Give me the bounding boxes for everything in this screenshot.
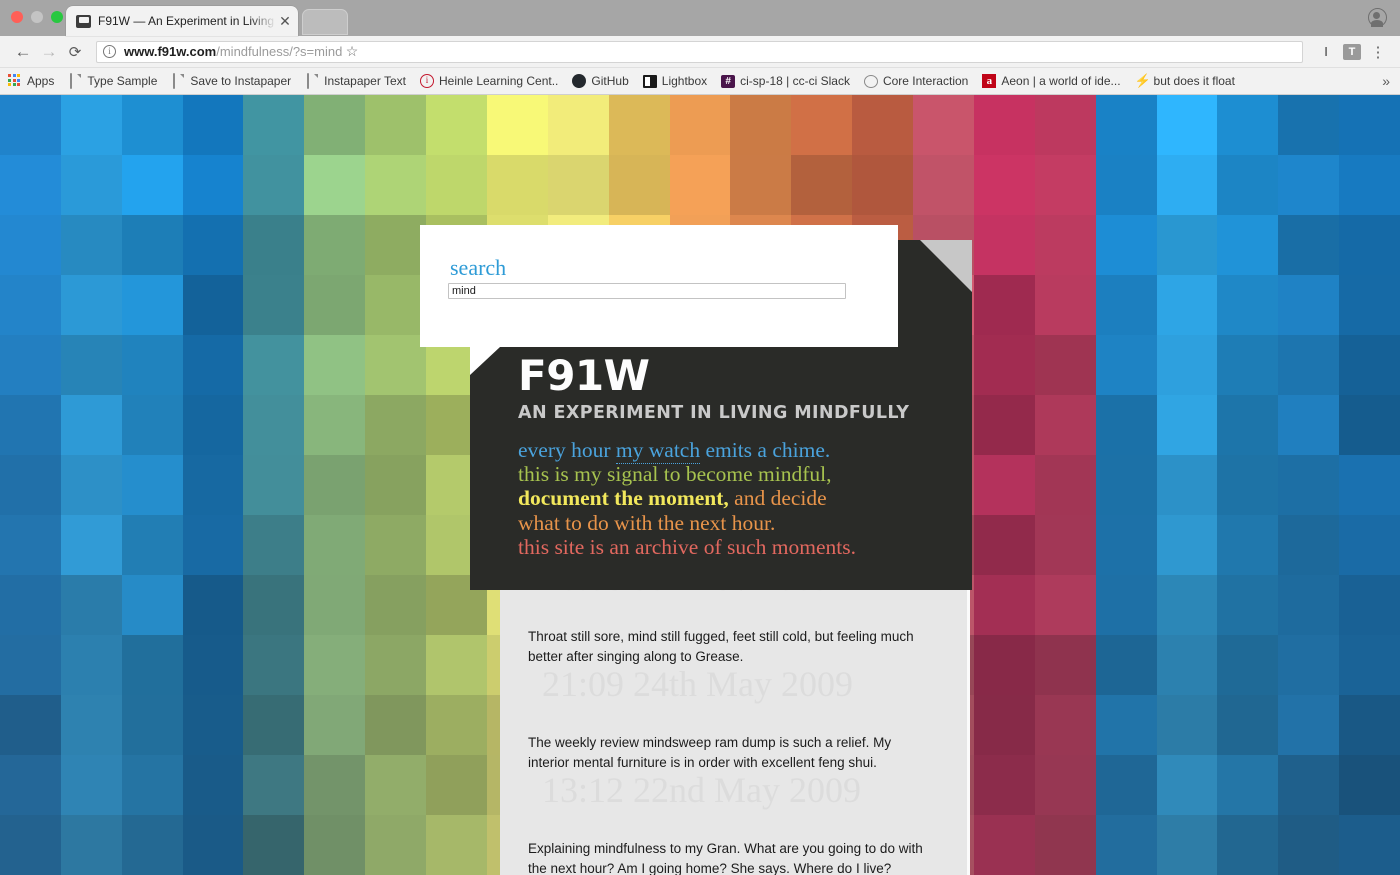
search-input[interactable] xyxy=(448,283,846,299)
site-manifesto: every hour my watch emits a chime. this … xyxy=(518,438,952,559)
url-host: www.f91w.com xyxy=(124,44,217,59)
manifesto-line-4: what to do with the next hour. xyxy=(518,510,776,535)
back-button-icon[interactable]: ← xyxy=(10,39,36,65)
aeon-icon: a xyxy=(982,74,997,88)
entry-item[interactable]: Throat still sore, mind still fugged, fe… xyxy=(528,601,939,707)
manifesto-line-3b: and decide xyxy=(728,486,827,511)
circle-outline-icon xyxy=(863,74,878,88)
address-bar-url: www.f91w.com/mindfulness/?s=mind xyxy=(124,44,342,59)
bookmark-label: Apps xyxy=(27,74,55,88)
bolt-icon: ⚡ xyxy=(1134,73,1151,88)
bookmark-aeon[interactable]: a Aeon | a world of ide... xyxy=(982,74,1121,88)
manifesto-line-1: every hour my watch emits a chime. xyxy=(518,438,952,464)
folded-corner-icon xyxy=(920,240,972,292)
maximize-window-button[interactable] xyxy=(51,11,63,23)
bookmark-star-icon[interactable]: ☆ xyxy=(342,43,359,60)
extension-one-icon[interactable]: I xyxy=(1314,41,1338,63)
bookmark-core-interaction[interactable]: Core Interaction xyxy=(863,74,969,88)
new-tab-button[interactable] xyxy=(303,10,347,34)
bookmark-instapaper-text[interactable]: Instapaper Text xyxy=(305,73,406,89)
bookmark-lightbox[interactable]: Lightbox xyxy=(642,74,708,88)
browser-tab-active[interactable]: F91W — An Experiment in Living Mindfully… xyxy=(66,6,298,36)
url-path: /mindfulness/?s=mind xyxy=(216,44,343,59)
tab-strip: F91W — An Experiment in Living Mindfully… xyxy=(0,0,1400,36)
bookmark-slack[interactable]: # ci-sp-18 | cc-ci Slack xyxy=(721,74,850,88)
navigation-toolbar: ← → ⟳ i www.f91w.com/mindfulness/?s=mind… xyxy=(0,36,1400,68)
slack-hash-icon: # xyxy=(721,74,736,88)
bookmark-label: Heinle Learning Cent.. xyxy=(438,74,559,88)
bookmark-label: Type Sample xyxy=(87,74,158,88)
manifesto-line-1a: every hour xyxy=(518,438,616,462)
window-favicon xyxy=(76,14,91,28)
search-panel: search search xyxy=(420,225,898,347)
entry-item[interactable]: The weekly review mindsweep ram dump is … xyxy=(528,707,939,813)
bookmark-type-sample[interactable]: Type Sample xyxy=(68,73,158,89)
window-controls[interactable] xyxy=(11,11,63,23)
reload-button-icon[interactable]: ⟳ xyxy=(62,39,88,65)
entry-text: Explaining mindfulness to my Gran. What … xyxy=(528,841,923,875)
tab-title: F91W — An Experiment in Living Mindfully xyxy=(98,14,278,28)
bookmark-label: but does it float xyxy=(1153,74,1235,88)
site-tagline: AN EXPERIMENT IN LIVING MINDFULLY xyxy=(518,403,910,423)
apps-grid-icon xyxy=(8,74,22,88)
search-label: search xyxy=(450,255,507,280)
search-bubble-tail xyxy=(470,347,500,375)
manifesto-line-3: document the moment, and decide xyxy=(518,486,952,510)
github-icon xyxy=(572,74,587,88)
address-bar[interactable]: i www.f91w.com/mindfulness/?s=mind ☆ xyxy=(96,40,1303,63)
bookmark-heinle[interactable]: i Heinle Learning Cent.. xyxy=(419,74,559,88)
document-icon xyxy=(68,73,82,89)
profile-avatar-icon[interactable] xyxy=(1368,8,1387,27)
entry-text: The weekly review mindsweep ram dump is … xyxy=(528,735,892,770)
heinle-circle-icon: i xyxy=(419,74,434,88)
site-title: F91W xyxy=(518,351,650,400)
bookmark-but-does-it-float[interactable]: ⚡ but does it float xyxy=(1134,73,1235,89)
manifesto-line-5: this site is an archive of such moments. xyxy=(518,534,856,559)
minimize-window-button[interactable] xyxy=(31,11,43,23)
bookmark-label: Core Interaction xyxy=(882,74,969,88)
entry-item[interactable]: Explaining mindfulness to my Gran. What … xyxy=(528,813,939,875)
entry-timestamp: 13:12 22nd May 2009 xyxy=(542,770,861,810)
page-viewport: F91W AN EXPERIMENT IN LIVING MINDFULLY e… xyxy=(0,95,1400,875)
bookmark-label: Lightbox xyxy=(661,74,708,88)
bookmark-apps[interactable]: Apps xyxy=(8,74,54,88)
extension-two-icon[interactable]: T xyxy=(1343,43,1361,60)
bookmark-github[interactable]: GitHub xyxy=(572,74,629,88)
bookmark-label: Save to Instapaper xyxy=(190,74,292,88)
document-icon xyxy=(305,73,319,89)
my-watch-link[interactable]: my watch xyxy=(615,438,701,464)
browser-menu-icon[interactable]: ⋮ xyxy=(1366,41,1390,63)
bookmark-label: GitHub xyxy=(591,74,629,88)
bookmark-label: Instapaper Text xyxy=(324,74,406,88)
manifesto-line-2: this is my signal to become mindful, xyxy=(518,462,832,487)
bookmark-save-to-instapaper[interactable]: Save to Instapaper xyxy=(171,73,292,89)
bookmark-label: Aeon | a world of ide... xyxy=(1001,74,1121,88)
bookmarks-bar: Apps Type Sample Save to Instapaper Inst… xyxy=(0,68,1400,95)
browser-window: F91W — An Experiment in Living Mindfully… xyxy=(0,0,1400,875)
document-icon xyxy=(171,73,185,89)
entry-text: Throat still sore, mind still fugged, fe… xyxy=(528,629,914,664)
entry-timestamp: 21:09 24th May 2009 xyxy=(542,664,853,704)
bookmarks-overflow-icon[interactable]: » xyxy=(1382,73,1392,89)
manifesto-line-1b: emits a chime. xyxy=(700,438,831,462)
manifesto-line-3a: document the moment, xyxy=(518,486,729,511)
site-info-icon[interactable]: i xyxy=(103,45,116,58)
bookmark-label: ci-sp-18 | cc-ci Slack xyxy=(740,74,850,88)
lightbox-icon xyxy=(642,74,657,88)
close-icon[interactable]: ✕ xyxy=(278,14,292,28)
close-window-button[interactable] xyxy=(11,11,23,23)
forward-button-icon[interactable]: → xyxy=(36,39,62,65)
